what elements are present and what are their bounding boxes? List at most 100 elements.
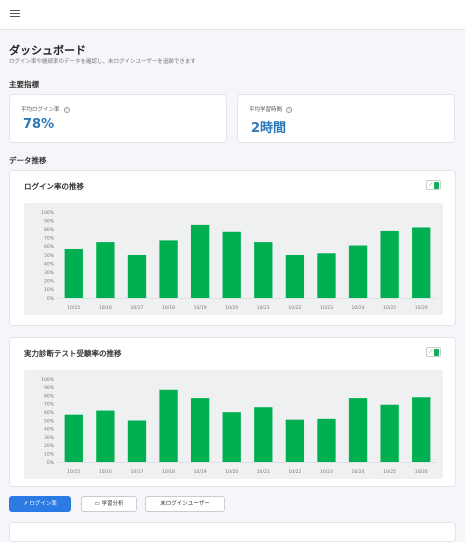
bar[interactable] bbox=[64, 248, 83, 298]
top-bar bbox=[0, 0, 465, 30]
bar[interactable] bbox=[317, 253, 336, 298]
line-chart-icon[interactable]: ⟋ bbox=[429, 350, 433, 355]
y-tick-label: 60% bbox=[44, 410, 55, 416]
y-tick-label: 0% bbox=[47, 460, 55, 466]
chart-plot-area: 100% 90% 80% 70% 60% 50% 40% 30% 20% 10% 0% 10/15 10… bbox=[24, 203, 443, 315]
bar-chart-icon[interactable] bbox=[434, 349, 439, 356]
metric-label: 平均ログイン率 bbox=[21, 107, 60, 113]
page-subtitle: ログイン率や継続率のデータを確認し、未ログインユーザーを追跡できます bbox=[9, 59, 196, 65]
y-tick-label: 10% bbox=[44, 452, 55, 458]
bar[interactable] bbox=[190, 224, 210, 298]
chart-card-login-rate: ログイン率の推移 ⟋ 100% 90% 80% 70% 60% 50% 40% 30% 20% 1… bbox=[9, 170, 456, 326]
x-tick-label: 10/20 bbox=[225, 469, 238, 475]
metric-label: 平均学習時間 bbox=[249, 107, 283, 113]
x-tick-label: 10/15 bbox=[67, 469, 80, 475]
y-tick-label: 50% bbox=[44, 253, 55, 259]
x-tick-label: 10/25 bbox=[383, 305, 396, 311]
section-title-data-trends: データ推移 bbox=[9, 156, 47, 165]
non-login-users-button[interactable]: 未ログインユーザー bbox=[145, 496, 225, 512]
y-tick-label: 70% bbox=[44, 402, 55, 408]
x-tick-label: 10/22 bbox=[288, 469, 301, 475]
x-tick-label: 10/24 bbox=[352, 305, 365, 311]
x-tick-label: 10/26 bbox=[415, 305, 428, 311]
trend-icon: ↗ bbox=[23, 501, 28, 507]
y-tick-label: 20% bbox=[44, 443, 55, 449]
x-tick-label: 10/22 bbox=[288, 305, 301, 311]
metric-card-study-time: 平均学習時間? 2時間 bbox=[237, 94, 455, 143]
bar[interactable] bbox=[348, 245, 368, 298]
bar[interactable] bbox=[127, 420, 147, 463]
y-tick-label: 20% bbox=[44, 279, 55, 285]
x-tick-label: 10/15 bbox=[67, 305, 80, 311]
x-tick-label: 10/16 bbox=[99, 469, 112, 475]
bar[interactable] bbox=[348, 398, 368, 462]
chart-title: 実力診断テスト受験率の推移 bbox=[24, 349, 122, 358]
x-tick-label: 10/16 bbox=[99, 305, 112, 311]
x-tick-label: 10/24 bbox=[352, 469, 365, 475]
bar[interactable] bbox=[64, 414, 83, 462]
bottom-card bbox=[9, 522, 456, 542]
x-tick-label: 10/21 bbox=[257, 305, 270, 311]
bar[interactable] bbox=[127, 255, 147, 298]
x-tick-label: 10/19 bbox=[194, 469, 207, 475]
metric-card-login-rate: 平均ログイン率? 78% bbox=[9, 94, 227, 143]
chart-plot-area: 100% 90% 80% 70% 60% 50% 40% 30% 20% 10% 0% 10/15 10… bbox=[24, 370, 443, 479]
x-tick-label: 10/17 bbox=[130, 469, 143, 475]
line-chart-icon[interactable]: ⟋ bbox=[429, 183, 433, 188]
chart-type-toggle[interactable]: ⟋ bbox=[426, 347, 441, 357]
info-icon[interactable]: ? bbox=[286, 106, 293, 113]
chart-card-test-rate: 実力診断テスト受験率の推移 ⟋ 100% 90% 80% 70% 60% 50% 40% 30… bbox=[9, 337, 456, 487]
bar[interactable] bbox=[159, 240, 178, 298]
y-tick-label: 70% bbox=[44, 236, 55, 242]
bar[interactable] bbox=[159, 389, 178, 462]
y-tick-label: 90% bbox=[44, 385, 55, 391]
hamburger-menu-icon[interactable] bbox=[10, 10, 20, 18]
bar[interactable] bbox=[317, 418, 336, 462]
y-tick-label: 30% bbox=[44, 270, 55, 276]
bar-chart-icon[interactable] bbox=[434, 182, 439, 189]
bar[interactable] bbox=[285, 255, 305, 298]
y-tick-label: 40% bbox=[44, 261, 55, 267]
bar[interactable] bbox=[285, 419, 305, 462]
bar[interactable] bbox=[222, 231, 241, 298]
x-tick-label: 10/19 bbox=[194, 305, 207, 311]
x-tick-label: 10/18 bbox=[162, 305, 175, 311]
y-tick-label: 50% bbox=[44, 418, 55, 424]
y-tick-label: 90% bbox=[44, 218, 55, 224]
x-tick-label: 10/23 bbox=[320, 305, 333, 311]
y-tick-label: 0% bbox=[47, 296, 55, 302]
y-tick-label: 30% bbox=[44, 435, 55, 441]
login-rate-button[interactable]: ↗ ログイン率 bbox=[9, 496, 71, 512]
bar[interactable] bbox=[380, 230, 399, 298]
chart-title: ログイン率の推移 bbox=[24, 182, 84, 191]
button-label: ログイン率 bbox=[29, 501, 57, 507]
y-tick-label: 60% bbox=[44, 244, 55, 250]
bar-chart-test-rate: 100% 90% 80% 70% 60% 50% 40% 30% 20% 10% 0% 10/15 10… bbox=[41, 377, 437, 475]
page-title: ダッシュボード bbox=[9, 44, 86, 57]
y-tick-label: 10% bbox=[44, 287, 55, 293]
bar[interactable] bbox=[412, 397, 431, 462]
x-tick-label: 10/20 bbox=[225, 305, 238, 311]
y-tick-label: 100% bbox=[41, 377, 55, 383]
metric-value: 2時間 bbox=[251, 121, 287, 136]
x-tick-label: 10/25 bbox=[383, 469, 396, 475]
chart-type-toggle[interactable]: ⟋ bbox=[426, 180, 441, 190]
bar[interactable] bbox=[380, 404, 399, 462]
y-tick-label: 80% bbox=[44, 227, 55, 233]
y-tick-label: 80% bbox=[44, 393, 55, 399]
x-tick-label: 10/21 bbox=[257, 469, 270, 475]
bar[interactable] bbox=[96, 410, 115, 462]
bar[interactable] bbox=[96, 242, 115, 298]
bar[interactable] bbox=[190, 398, 210, 462]
x-tick-label: 10/26 bbox=[415, 469, 428, 475]
bar-chart-login-rate: 100% 90% 80% 70% 60% 50% 40% 30% 20% 10% 0% 10/15 10… bbox=[41, 210, 437, 311]
info-icon[interactable]: ? bbox=[63, 106, 70, 113]
study-analysis-button[interactable]: ▭ 学習分析 bbox=[81, 496, 137, 512]
bar[interactable] bbox=[412, 227, 431, 298]
x-tick-label: 10/18 bbox=[162, 469, 175, 475]
bar[interactable] bbox=[254, 242, 273, 298]
x-tick-label: 10/23 bbox=[320, 469, 333, 475]
bar[interactable] bbox=[222, 412, 241, 462]
bar[interactable] bbox=[254, 407, 273, 462]
button-label: 未ログインユーザー bbox=[160, 501, 210, 507]
